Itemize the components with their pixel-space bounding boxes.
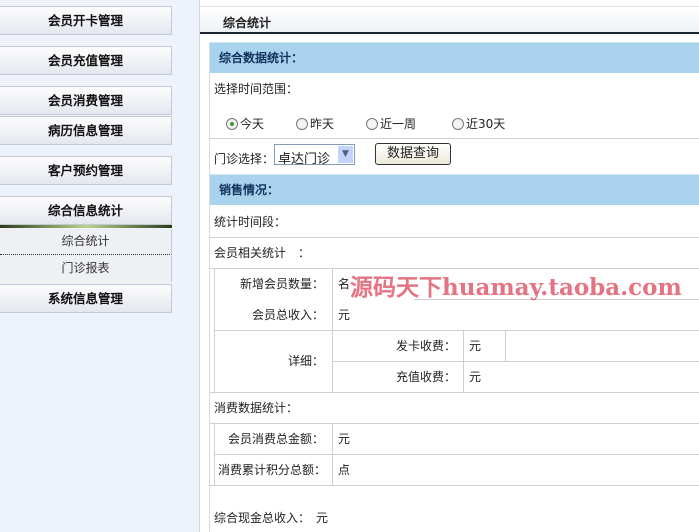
main-panel: 综合统计 综合数据统计： 选择时间范围： 今天 昨天 近一周 近30天 门诊选择…: [199, 0, 699, 532]
points-value: 点: [338, 463, 351, 477]
radio-30days[interactable]: 近30天: [452, 115, 505, 132]
card-fee-label: 发卡收费：: [395, 339, 456, 353]
radio-week[interactable]: 近一周: [366, 115, 416, 132]
detail-label: 详细：: [287, 354, 324, 368]
range-label: 选择时间范围：: [214, 82, 299, 96]
menu-member-recharge[interactable]: 会员充值管理: [0, 46, 172, 75]
submenu-clinic-report[interactable]: 门诊报表: [0, 256, 172, 282]
clinic-select[interactable]: 卓达门诊 ▼: [274, 144, 355, 167]
points-label: 消费累计积分总额：: [217, 463, 326, 477]
card-fee-value: 元: [469, 339, 482, 353]
radio-icon: [226, 118, 238, 130]
section-header-sales: 销售情况：: [209, 174, 699, 205]
menu-member-card[interactable]: 会员开卡管理: [0, 6, 172, 35]
watermark: 源码天下huamay.taoba.com: [350, 274, 682, 301]
consume-total-label: 会员消费总金额：: [227, 432, 324, 446]
section-header-overview: 综合数据统计：: [209, 42, 699, 73]
radio-yesterday[interactable]: 昨天: [296, 115, 334, 132]
cash-value: 元: [316, 511, 329, 525]
submenu-overall-stats[interactable]: 综合统计: [0, 229, 172, 255]
query-button[interactable]: 数据查询: [375, 143, 451, 165]
new-members-label: 新增会员数量：: [239, 277, 324, 291]
menu-statistics[interactable]: 综合信息统计: [0, 196, 172, 225]
menu-appointments[interactable]: 客户预约管理: [0, 156, 172, 185]
recharge-fee-value: 元: [469, 370, 482, 384]
radio-today[interactable]: 今天: [226, 115, 264, 132]
member-income-label: 会员总收入：: [251, 308, 324, 322]
active-divider: [0, 225, 172, 228]
chevron-down-icon: ▼: [338, 146, 353, 163]
member-stats-label: 会员相关统计 ：: [214, 246, 311, 260]
radio-icon: [296, 118, 308, 130]
consume-label: 消费数据统计：: [214, 401, 299, 415]
radio-icon: [452, 118, 464, 130]
cash-label: 综合现金总收入：: [214, 511, 311, 525]
clinic-select-value: 卓达门诊: [278, 152, 331, 167]
menu-member-consume[interactable]: 会员消费管理: [0, 86, 172, 115]
member-income-value: 元: [338, 308, 351, 322]
clinic-label: 门诊选择：: [214, 152, 275, 166]
radio-icon: [366, 118, 378, 130]
page-title: 综合统计: [223, 16, 272, 30]
period-label: 统计时间段：: [214, 215, 287, 229]
menu-system[interactable]: 系统信息管理: [0, 284, 172, 313]
new-members-value: 名: [338, 277, 351, 291]
recharge-fee-label: 充值收费：: [395, 370, 456, 384]
menu-medical-records[interactable]: 病历信息管理: [0, 116, 172, 145]
consume-total-value: 元: [338, 432, 351, 446]
